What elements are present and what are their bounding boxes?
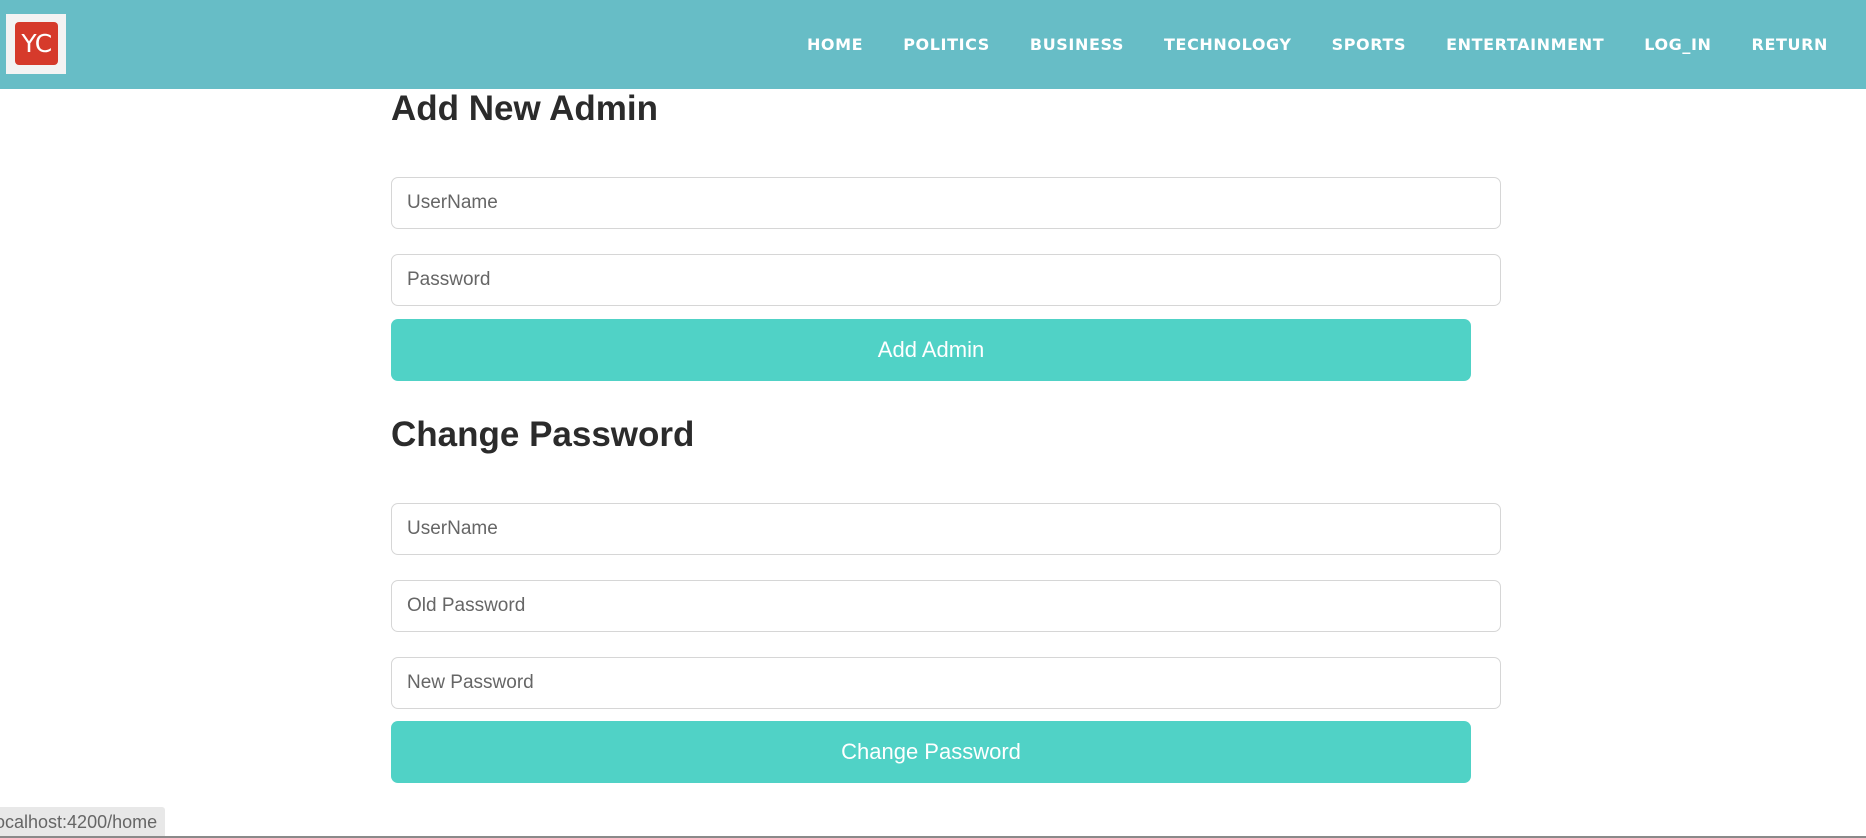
add-admin-username-input[interactable] (391, 177, 1501, 229)
old-password-input[interactable] (391, 580, 1501, 632)
status-url-text: localhost:4200/home (0, 812, 158, 832)
site-logo[interactable]: YC (6, 14, 66, 74)
top-navbar: YC HOME POLITICS BUSINESS TECHNOLOGY SPO… (0, 0, 1866, 89)
nav-business[interactable]: BUSINESS (1010, 35, 1144, 54)
nav-log-in[interactable]: LOG_IN (1624, 35, 1731, 54)
browser-status-url: localhost:4200/home (0, 807, 166, 837)
add-admin-button[interactable]: Add Admin (391, 319, 1471, 381)
nav-technology[interactable]: TECHNOLOGY (1144, 35, 1312, 54)
main-nav: HOME POLITICS BUSINESS TECHNOLOGY SPORTS… (787, 0, 1848, 89)
nav-return[interactable]: RETURN (1732, 35, 1848, 54)
logo-mark: YC (15, 22, 58, 65)
change-password-username-input[interactable] (391, 503, 1501, 555)
nav-sports[interactable]: SPORTS (1312, 35, 1427, 54)
change-password-title: Change Password (391, 415, 695, 454)
new-password-input[interactable] (391, 657, 1501, 709)
add-admin-title: Add New Admin (391, 89, 659, 128)
nav-home[interactable]: HOME (787, 35, 883, 54)
change-password-button[interactable]: Change Password (391, 721, 1471, 783)
add-admin-password-input[interactable] (391, 254, 1501, 306)
nav-politics[interactable]: POLITICS (883, 35, 1010, 54)
nav-entertainment[interactable]: ENTERTAINMENT (1426, 35, 1624, 54)
